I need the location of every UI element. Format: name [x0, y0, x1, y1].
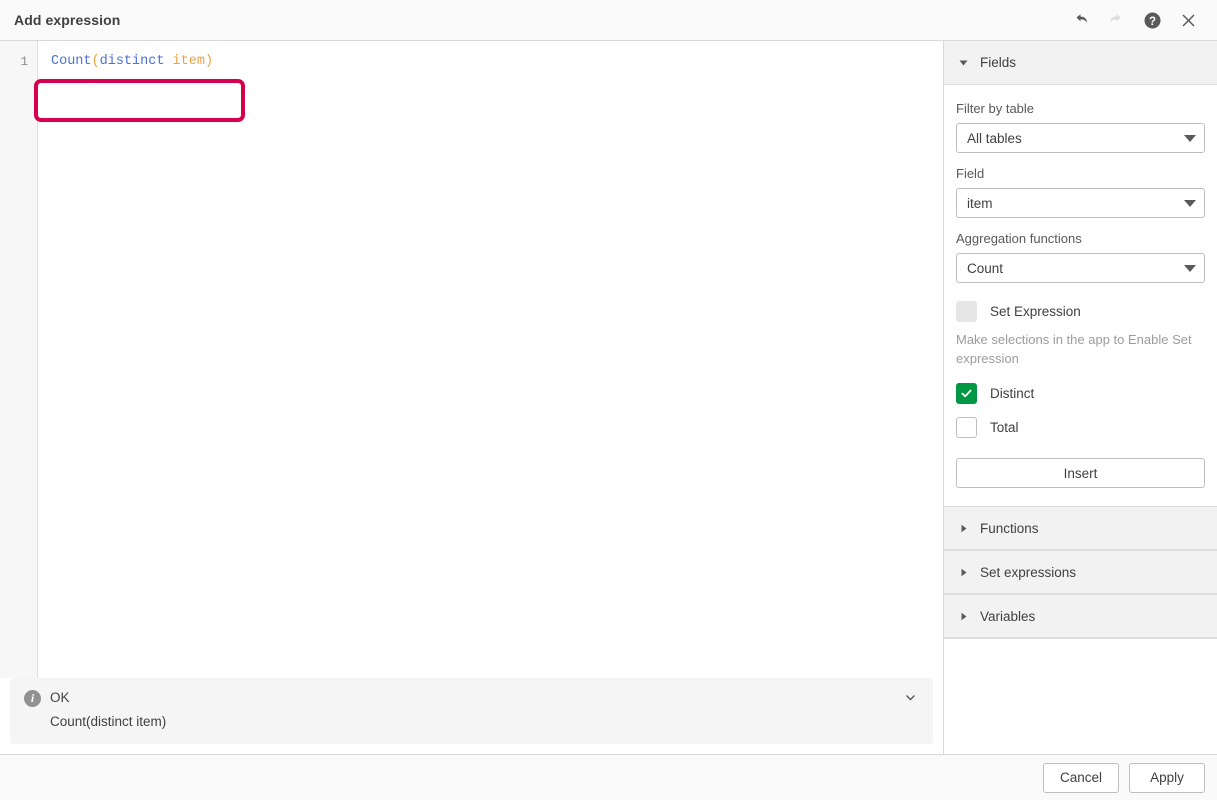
aggregation-functions-label: Aggregation functions — [956, 231, 1205, 247]
filter-by-table-select[interactable]: All tables — [956, 123, 1205, 153]
help-icon[interactable]: ? — [1135, 3, 1169, 37]
filter-by-table-value: All tables — [967, 131, 1178, 146]
chevron-down-icon[interactable] — [901, 688, 919, 706]
close-icon[interactable] — [1171, 3, 1205, 37]
field-select[interactable]: item — [956, 188, 1205, 218]
redo-icon[interactable] — [1099, 3, 1133, 37]
chevron-down-icon — [1184, 265, 1196, 272]
dialog-header: Add expression ? — [0, 0, 1217, 41]
svg-text:?: ? — [1148, 15, 1155, 27]
accordion-fields-label: Fields — [980, 55, 1016, 70]
token-space — [164, 54, 172, 69]
caret-right-icon — [958, 523, 972, 534]
field-value: item — [967, 196, 1178, 211]
token-close-paren: ) — [205, 54, 213, 69]
token-function: Count — [51, 54, 92, 69]
aggregation-functions-select[interactable]: Count — [956, 253, 1205, 283]
total-checkbox[interactable] — [956, 417, 977, 438]
distinct-checkbox[interactable] — [956, 383, 977, 404]
set-expression-checkbox — [956, 301, 977, 322]
caret-right-icon — [958, 611, 972, 622]
total-label: Total — [990, 420, 1019, 435]
dialog-footer: Cancel Apply — [0, 755, 1217, 800]
page-title: Add expression — [14, 12, 1063, 28]
fields-panel-content: Filter by table All tables Field item Ag… — [944, 85, 1217, 506]
accordion-functions-label: Functions — [980, 521, 1039, 536]
line-number-gutter: 1 — [0, 41, 38, 678]
status-detail: Count(distinct item) — [24, 713, 919, 731]
panel-filler — [944, 638, 1217, 754]
line-number: 1 — [0, 52, 28, 72]
add-expression-dialog: Add expression ? — [0, 0, 1217, 800]
status-texts: OK Count(distinct item) — [50, 689, 919, 731]
accordion-variables-label: Variables — [980, 609, 1035, 624]
token-field-name: item — [173, 54, 205, 69]
chevron-down-icon — [1184, 135, 1196, 142]
aggregation-functions-value: Count — [967, 261, 1178, 276]
accordion-set-expressions-header[interactable]: Set expressions — [944, 550, 1217, 594]
cancel-button[interactable]: Cancel — [1043, 763, 1119, 793]
field-label: Field — [956, 166, 1205, 182]
distinct-checkbox-row[interactable]: Distinct — [956, 378, 1205, 408]
caret-right-icon — [958, 567, 972, 578]
distinct-label: Distinct — [990, 386, 1034, 401]
status-title: OK — [50, 689, 919, 707]
token-open-paren: ( — [92, 54, 100, 69]
dialog-body: 1 Count(distinct item) i OK Count(distin… — [0, 41, 1217, 755]
insert-button[interactable]: Insert — [956, 458, 1205, 488]
expression-code-line: Count(distinct item) — [51, 52, 943, 72]
info-icon: i — [24, 690, 41, 707]
caret-down-icon — [958, 57, 972, 68]
set-expression-hint: Make selections in the app to Enable Set… — [956, 330, 1196, 368]
side-panel: Fields Filter by table All tables Field … — [944, 41, 1217, 754]
chevron-down-icon — [1184, 200, 1196, 207]
token-keyword-distinct: distinct — [100, 54, 165, 69]
set-expression-checkbox-row: Set Expression — [956, 296, 1205, 326]
apply-button[interactable]: Apply — [1129, 763, 1205, 793]
header-actions: ? — [1063, 3, 1205, 37]
accordion-functions-header[interactable]: Functions — [944, 506, 1217, 550]
expression-editor[interactable]: 1 Count(distinct item) — [0, 41, 943, 678]
set-expression-label: Set Expression — [990, 304, 1081, 319]
code-area[interactable]: Count(distinct item) — [38, 41, 943, 678]
accordion-variables-header[interactable]: Variables — [944, 594, 1217, 638]
total-checkbox-row[interactable]: Total — [956, 412, 1205, 442]
undo-icon[interactable] — [1063, 3, 1097, 37]
expression-editor-pane: 1 Count(distinct item) i OK Count(distin… — [0, 41, 944, 754]
accordion-fields-header[interactable]: Fields — [944, 41, 1217, 85]
validation-status-bar: i OK Count(distinct item) — [10, 678, 933, 744]
accordion-set-expressions-label: Set expressions — [980, 565, 1076, 580]
filter-by-table-label: Filter by table — [956, 101, 1205, 117]
